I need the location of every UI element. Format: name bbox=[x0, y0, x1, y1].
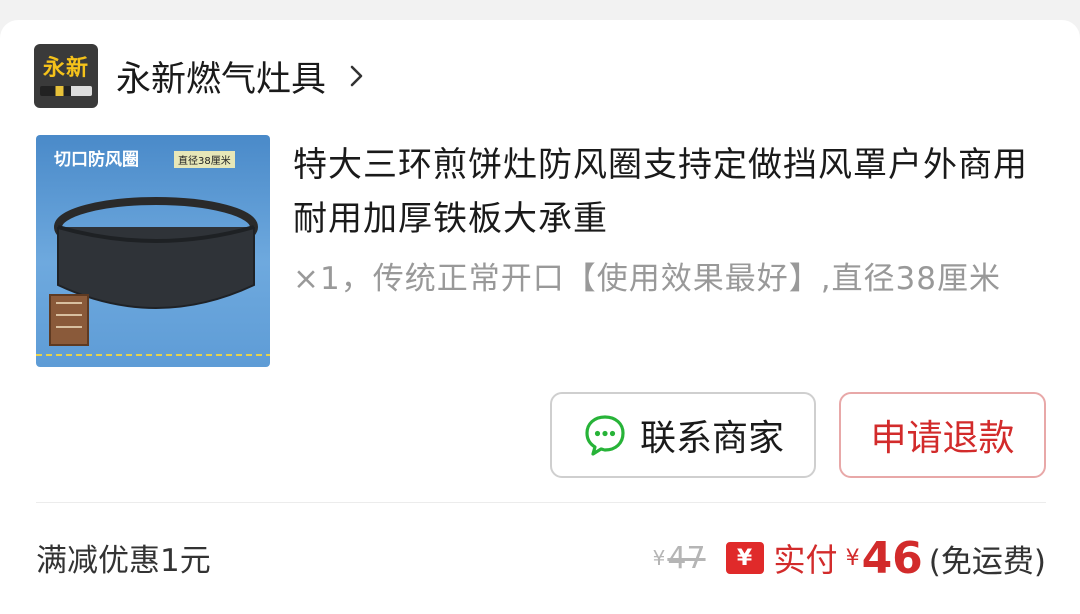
store-logo: 永新 bbox=[34, 44, 98, 108]
paid-amount: 46 bbox=[861, 532, 923, 584]
original-currency: ¥ bbox=[652, 546, 666, 570]
contact-seller-label: 联系商家 bbox=[639, 418, 784, 459]
discount-text: 满减优惠1元 bbox=[36, 543, 211, 579]
store-logo-stripe bbox=[40, 86, 92, 96]
paid-label: 实付 bbox=[773, 541, 838, 579]
wind-ring-illustration bbox=[36, 197, 270, 356]
request-refund-button[interactable]: 申请退款 bbox=[839, 392, 1046, 478]
price-summary: ¥ 47 ¥ 实付 ¥ 46 (免运费) bbox=[653, 528, 1046, 588]
yen-badge-icon: ¥ bbox=[725, 542, 764, 574]
divider bbox=[36, 502, 1046, 503]
chevron-right-icon[interactable] bbox=[344, 63, 370, 89]
order-card: 永新 永新燃气灶具 切口防风圈 直径38厘米 特大三环煎饼灶防风圈支持定做挡风罩… bbox=[0, 20, 1080, 614]
shipping-note: (免运费) bbox=[928, 543, 1046, 580]
original-price: 47 bbox=[667, 540, 706, 576]
paid-currency: ¥ bbox=[845, 545, 860, 571]
product-sku: ×1，传统正常开口【使用效果最好】,直径38厘米 bbox=[293, 261, 1001, 297]
store-header[interactable]: 永新 永新燃气灶具 bbox=[34, 44, 370, 108]
request-refund-label: 申请退款 bbox=[870, 418, 1015, 459]
product-title[interactable]: 特大三环煎饼灶防风圈支持定做挡风罩户外商用耐用加厚铁板大承重 bbox=[293, 138, 1033, 246]
contact-seller-button[interactable]: 联系商家 bbox=[550, 392, 816, 478]
store-logo-text: 永新 bbox=[42, 55, 89, 81]
store-name[interactable]: 永新燃气灶具 bbox=[116, 51, 326, 102]
chat-bubble-icon bbox=[585, 415, 625, 456]
product-image[interactable]: 切口防风圈 直径38厘米 bbox=[36, 135, 270, 367]
